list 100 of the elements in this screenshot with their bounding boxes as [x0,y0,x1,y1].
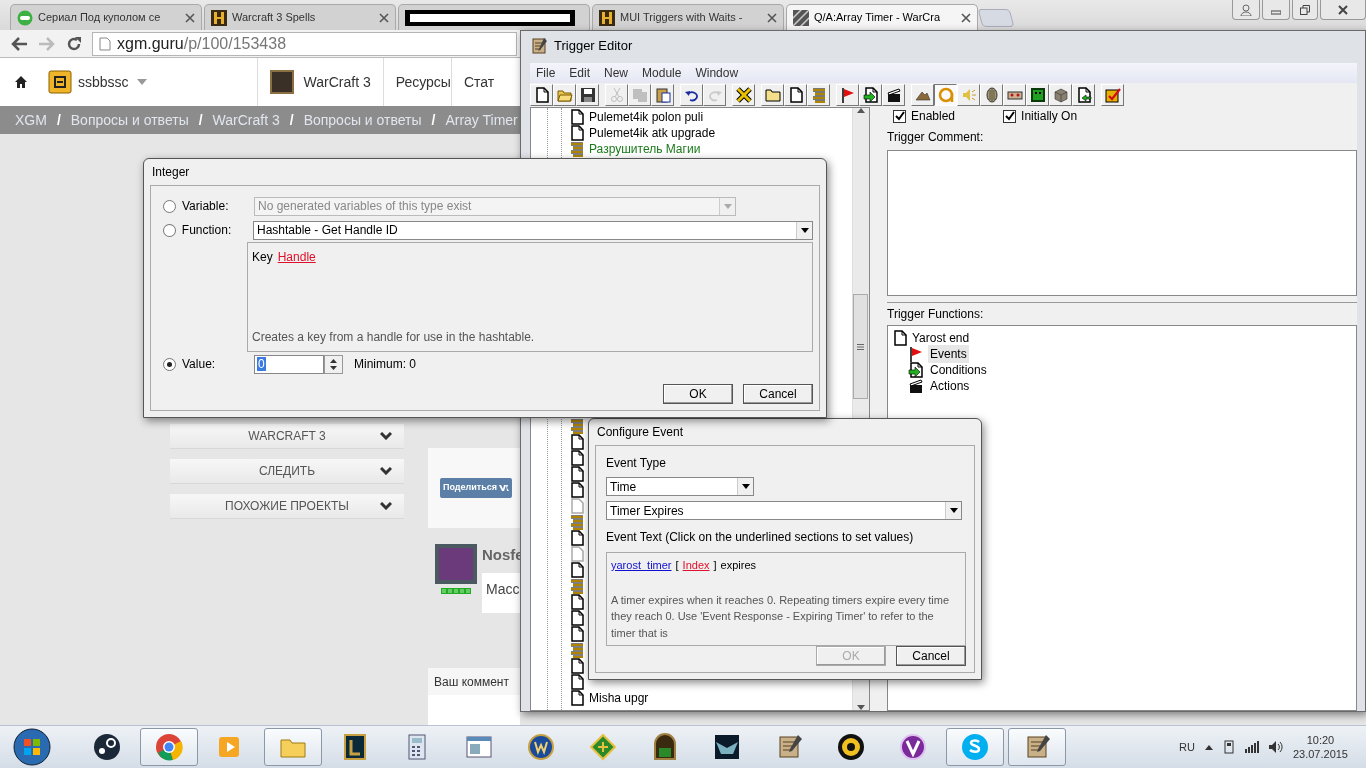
shield-emblem-icon [526,732,556,762]
start-orb-icon[interactable] [12,727,52,767]
radio-button[interactable] [163,357,176,371]
browser-tab[interactable]: Сериал Под куполом се [10,4,202,30]
menu-item[interactable]: New [604,64,629,82]
dialog-title: Integer [151,164,191,181]
game-portrait[interactable] [269,70,294,94]
browser-tab[interactable]: Q/A:Array Timer - WarCra [786,4,978,30]
folder-icon [764,87,781,103]
back-arrow-icon[interactable] [10,35,28,52]
flag-icon [908,346,924,362]
radio-button[interactable] [163,223,176,237]
spin-arrows-icon [330,358,337,370]
round-badge-icon [17,9,33,26]
browser-tab[interactable]: MUI Triggers with Waits - [592,4,784,30]
tree-item[interactable]: Yarost end [912,329,970,347]
copy-icon [631,87,648,103]
browser-tab[interactable] [398,4,590,30]
parameter-link[interactable]: Handle [277,248,316,266]
hatched-square-icon [793,9,809,26]
scroll-icon [530,37,548,55]
tree-item[interactable]: Conditions [928,361,989,379]
lines-icon [569,578,585,594]
page-icon [569,674,585,690]
scissors-icon [608,87,625,103]
address-field[interactable]: xgm.guru/p/100/153438 [92,31,517,56]
dialog-button[interactable]: Cancel [896,646,966,666]
page-icon [569,658,585,674]
signal-bars-icon[interactable] [1244,741,1259,753]
taskbar-button[interactable] [1008,728,1066,766]
tree-item[interactable]: Events [928,345,969,363]
checkbox[interactable] [893,109,906,123]
tree-item[interactable]: Misha upgr [589,689,649,707]
variable-link[interactable]: yarost_timer [611,557,672,574]
nav-link[interactable]: Стат [463,71,495,93]
menu-item[interactable]: Window [695,64,739,82]
device-icon[interactable] [1222,740,1235,754]
down-arrow-icon [857,705,865,710]
nav-link[interactable]: Ресурсы [395,71,451,93]
checkbox[interactable] [1003,109,1017,123]
restore-button[interactable] [1292,0,1318,20]
grip-icon [857,343,864,350]
menu-item[interactable]: Edit [569,64,591,82]
comment-form-title: Ваш коммент [428,668,520,695]
tab-title: MUI Triggers with Waits - [620,10,744,26]
winged-emblem-icon [712,732,742,762]
page-icon [569,125,585,141]
dropdown[interactable]: Hashtable - Get Handle ID [252,220,813,240]
checkbox-label[interactable]: Enabled [911,107,956,125]
close-icon[interactable] [961,12,971,23]
number-field[interactable]: 0 [254,354,324,374]
browser-tab[interactable]: Warcraft 3 Spells [204,4,396,30]
user-menu[interactable]: ssbbssc [78,71,129,93]
scrollbar-thumb[interactable] [853,294,868,399]
window-title: Trigger Editor [554,37,633,56]
field-label: Trigger Functions: [887,306,985,323]
spin-button[interactable] [324,354,343,374]
tree-item[interactable]: Pulemet4ik atk upgrade [589,124,716,142]
page-icon [892,330,908,346]
profile-button[interactable] [1232,0,1260,20]
page-icon [569,546,585,562]
clipboard-icon [654,87,671,103]
home-icon[interactable] [14,75,28,89]
radio-label[interactable]: Function: [181,221,253,239]
close-icon[interactable] [379,12,389,23]
close-icon[interactable] [767,12,777,23]
field-label: Event Type [606,455,667,472]
menu-item[interactable]: File [536,64,556,82]
checkbox-label[interactable]: Initially On [1021,107,1078,125]
reload-icon[interactable] [66,35,82,52]
event-description: A timer expires when it reaches 0. Repeating timers expire every time they reach 0. Use 'Event Response - Expiring Timer' to refer to the timer that is [611,592,951,641]
dialog-button[interactable]: Cancel [743,384,813,404]
close-icon[interactable] [185,12,195,23]
clock-time[interactable]: 10:20 [1306,733,1335,747]
nav-link[interactable]: WarCraft 3 [303,71,371,93]
dialog-button[interactable]: OK [663,384,733,404]
comment-field[interactable] [887,150,1357,296]
caret-icon [800,227,809,233]
clock-date[interactable]: 23.07.2015 [1292,747,1348,761]
tree-item[interactable]: Actions [928,377,972,395]
speaker-icon[interactable] [1268,741,1283,753]
up-arrow-icon[interactable] [1204,744,1213,750]
menu-item[interactable]: Module [642,64,682,82]
caret-icon [741,484,750,489]
tree-item[interactable]: Разрушитель Магии [589,140,701,158]
dropdown[interactable]: Timer Expires [606,501,962,520]
tree-item[interactable]: Pulemet4ik polon puli [589,108,704,126]
radio-label[interactable]: Value: [182,355,254,373]
language-indicator[interactable]: RU [1179,738,1195,756]
logo-icon[interactable] [48,70,72,94]
speaker-icon [960,87,977,103]
open-folder-icon [556,87,573,103]
dropdown[interactable]: Time [606,477,754,496]
breadcrumb-separator: / [198,110,203,130]
sidebar-button[interactable]: WARCRAFT 3 [170,424,404,449]
sidebar-button[interactable]: ПОХОЖИЕ ПРОЕКТЫ [170,494,404,519]
share-button[interactable]: Поделиться [440,478,512,498]
close-button[interactable] [1320,0,1366,20]
parameter-link[interactable]: Index [682,557,710,574]
sidebar-button[interactable]: СЛЕДИТЬ [170,459,404,484]
